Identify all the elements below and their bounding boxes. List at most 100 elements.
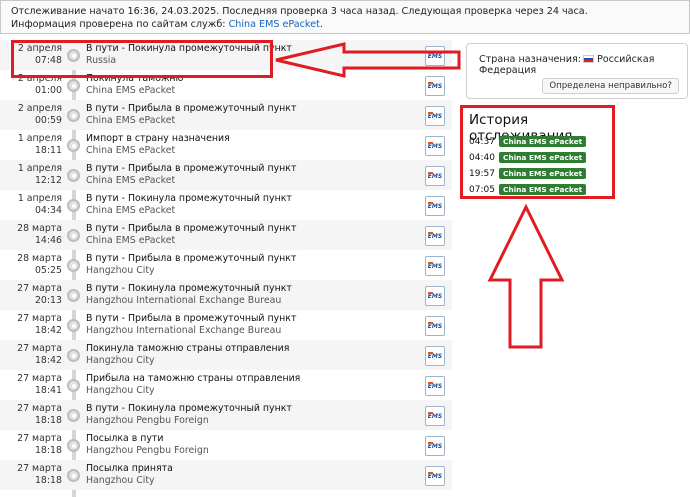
event-date-day: 1 апреля <box>17 193 62 204</box>
tracking-info-box: Отслеживание начато 16:36, 24.03.2025. П… <box>0 0 690 34</box>
event-date-time: 20:13 <box>34 294 62 306</box>
event-date-time: 18:18 <box>34 414 62 426</box>
event-status-detail: Покинула промежуточный пункт <box>128 403 292 414</box>
event-status-main: Импорт в страну назначения <box>86 133 230 144</box>
timeline-dot-icon <box>67 319 80 332</box>
history-item: 07:05 China EMS ePacket <box>469 184 587 196</box>
event-date-day: 1 апреля <box>17 133 62 144</box>
history-service-badge[interactable]: China EMS ePacket <box>498 136 587 147</box>
event-date: 27 марта 18:41 <box>0 373 62 396</box>
annotation-highlight-box <box>11 40 273 78</box>
event-date-time: 14:46 <box>34 234 62 246</box>
event-status: Посылка в пути <box>86 433 163 445</box>
event-status-main: Посылка в пути <box>86 433 164 444</box>
event-date-day: 28 марта <box>17 253 62 264</box>
event-date-time: 18:18 <box>34 444 62 456</box>
destination-panel: Страна назначения: Российская Федерация О… <box>466 43 688 99</box>
destination-caption: Страна назначения: <box>479 54 581 65</box>
event-date-time: 18:18 <box>34 474 62 486</box>
event-status-main: В пути <box>86 193 119 204</box>
ems-logo-icon[interactable]: EMS <box>425 226 445 246</box>
ems-logo-icon[interactable]: EMS <box>425 46 445 66</box>
ems-logo-icon[interactable]: EMS <box>425 376 445 396</box>
event-status-detail: Покинула промежуточный пункт <box>128 283 292 294</box>
event-status: Посылка принята <box>86 463 173 475</box>
event-status-main: В пути <box>86 103 119 114</box>
event-status: В пути - Покинула промежуточный пункт <box>86 283 292 295</box>
ems-logo-icon[interactable]: EMS <box>425 76 445 96</box>
event-status-detail: Покинула промежуточный пункт <box>128 193 292 204</box>
destination-label: Страна назначения: Российская Федерация <box>479 54 687 76</box>
ems-logo-icon[interactable]: EMS <box>425 166 445 186</box>
ems-logo-icon[interactable]: EMS <box>425 436 445 456</box>
history-item-time: 04:37 <box>469 137 495 147</box>
event-date: 28 марта 14:46 <box>0 223 62 246</box>
service-link[interactable]: China EMS ePacket <box>229 19 320 30</box>
event-date-time: 18:11 <box>34 144 62 156</box>
history-service-badge[interactable]: China EMS ePacket <box>498 152 587 163</box>
event-location: China EMS ePacket <box>86 145 176 156</box>
ems-logo-icon[interactable]: EMS <box>425 256 445 276</box>
tracking-info-suffix: . <box>319 19 323 30</box>
event-status-detail: Прибыла в промежуточный пункт <box>128 223 297 234</box>
event-date-time: 01:00 <box>34 84 62 96</box>
event-status-main: В пути <box>86 253 119 264</box>
event-status-separator: - <box>118 103 128 114</box>
tracking-timeline: 2 апреля 07:48 В пути - Покинула промежуто… <box>0 40 452 497</box>
event-location: Hangzhou International Exchange Bureau <box>86 325 282 336</box>
event-location: China EMS ePacket <box>86 205 176 216</box>
event-status-separator: - <box>118 403 128 414</box>
history-item: 19:57 China EMS ePacket <box>469 168 587 180</box>
event-status-main: В пути <box>86 223 119 234</box>
event-date-time: 18:42 <box>34 324 62 336</box>
timeline-dot-icon <box>67 229 80 242</box>
event-status: В пути - Прибыла в промежуточный пункт <box>86 313 296 325</box>
history-item: 04:40 China EMS ePacket <box>469 152 587 164</box>
event-status-detail: Прибыла в промежуточный пункт <box>128 163 297 174</box>
event-location: Hangzhou City <box>86 385 155 396</box>
event-date-time: 04:34 <box>34 204 62 216</box>
timeline-event-row: 27 марта 20:13 В пути - Покинула промежуто… <box>0 280 452 310</box>
event-date-day: 27 марта <box>17 433 62 444</box>
event-status-main: Посылка принята <box>86 463 173 474</box>
event-date-day: 27 марта <box>17 313 62 324</box>
event-status: В пути - Прибыла в промежуточный пункт <box>86 163 296 175</box>
timeline-event-row: 27 марта 18:42 Покинула таможню страны отп… <box>0 340 452 370</box>
event-status-detail: Прибыла в промежуточный пункт <box>128 253 297 264</box>
event-status-separator: - <box>118 193 128 204</box>
timeline-event-row: 27 марта 18:42 В пути - Прибыла в промежут… <box>0 310 452 340</box>
timeline-dot-icon <box>67 109 80 122</box>
ems-logo-icon[interactable]: EMS <box>425 286 445 306</box>
event-location: China EMS ePacket <box>86 115 176 126</box>
event-date: 27 марта 18:18 <box>0 463 62 486</box>
event-date-day: 27 марта <box>17 373 62 384</box>
event-date-time: 00:59 <box>34 114 62 126</box>
event-status-separator: - <box>118 313 128 324</box>
history-service-badge[interactable]: China EMS ePacket <box>498 168 587 179</box>
ems-logo-icon[interactable]: EMS <box>425 106 445 126</box>
event-date-day: 27 марта <box>17 403 62 414</box>
ems-logo-icon[interactable]: EMS <box>425 466 445 486</box>
event-status: В пути - Прибыла в промежуточный пункт <box>86 253 296 265</box>
ems-logo-icon[interactable]: EMS <box>425 406 445 426</box>
timeline-dot-icon <box>67 439 80 452</box>
timeline-event-row: 27 марта 18:18 Посылка в пути Hangzhou Peng… <box>0 430 452 460</box>
ems-logo-icon[interactable]: EMS <box>425 196 445 216</box>
timeline-event-row: 1 апреля 04:34 В пути - Покинула промежуто… <box>0 190 452 220</box>
event-status-detail: Прибыла в промежуточный пункт <box>128 313 297 324</box>
event-date: 1 апреля 18:11 <box>0 133 62 156</box>
ems-logo-icon[interactable]: EMS <box>425 346 445 366</box>
tracking-info-prefix: Информация проверена по сайтам служб: <box>11 19 226 30</box>
timeline-event-row: 27 марта 18:18 Посылка принята Hangzhou Cit… <box>0 460 452 490</box>
wrong-destination-button[interactable]: Определена неправильно? <box>542 78 679 94</box>
up-arrow-annotation <box>487 203 565 349</box>
event-location: China EMS ePacket <box>86 175 176 186</box>
russia-flag-icon <box>582 55 594 63</box>
timeline-event-row: 1 апреля 12:12 В пути - Прибыла в промежут… <box>0 160 452 190</box>
ems-logo-icon[interactable]: EMS <box>425 136 445 156</box>
event-status: Покинула таможню страны отправления <box>86 343 289 355</box>
history-service-badge[interactable]: China EMS ePacket <box>498 184 587 195</box>
event-location: China EMS ePacket <box>86 85 176 96</box>
ems-logo-icon[interactable]: EMS <box>425 316 445 336</box>
event-date: 27 марта 18:18 <box>0 403 62 426</box>
